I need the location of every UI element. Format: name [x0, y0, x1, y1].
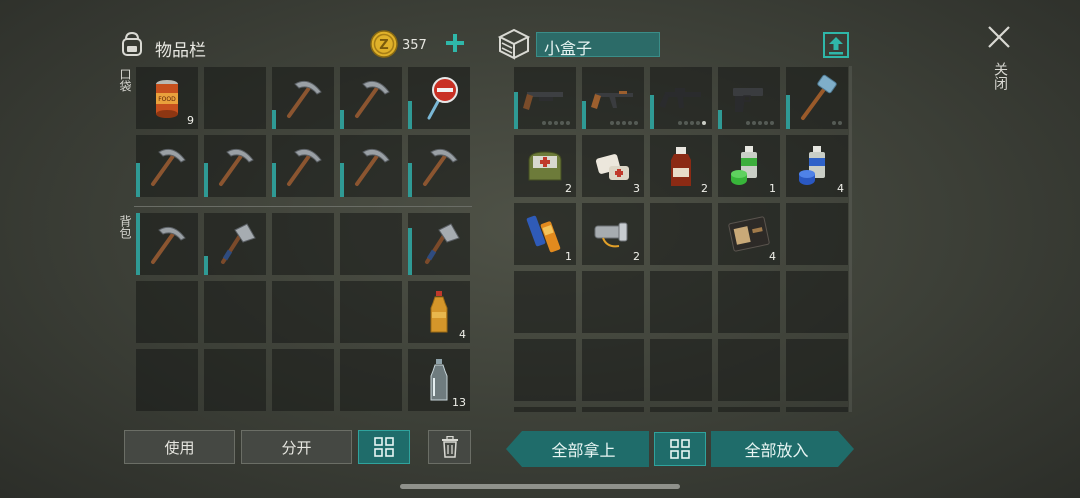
container-scrollbar[interactable] [849, 66, 852, 412]
home-indicator[interactable] [400, 484, 680, 489]
grid-sort-icon [670, 439, 690, 459]
container-slot-empty[interactable] [718, 407, 780, 412]
use-button-label: 使用 [164, 438, 195, 457]
container-slot-empty[interactable] [514, 339, 576, 401]
item-count: 2 [633, 250, 640, 263]
container-slot-empty[interactable] [582, 271, 644, 333]
container-slot-empty[interactable] [718, 339, 780, 401]
container-slot-empty[interactable] [650, 339, 712, 401]
durability-bar [650, 95, 654, 129]
container-slot-empty[interactable] [650, 407, 712, 412]
container-slot[interactable]: 1 [514, 203, 576, 265]
item-count: 4 [769, 250, 776, 263]
wallet-icon [728, 216, 770, 252]
first-aid-pouch-icon [528, 151, 562, 181]
container-slot-empty[interactable] [786, 271, 848, 333]
container-slot-empty[interactable] [582, 339, 644, 401]
take-all-button[interactable]: 全部拿上 [506, 431, 649, 467]
durability-bar [786, 95, 790, 129]
container-slot[interactable]: 3 [582, 135, 644, 197]
put-all-button[interactable]: 全部放入 [711, 431, 854, 467]
take-all-label: 全部拿上 [551, 441, 616, 460]
item-count: 3 [633, 182, 640, 195]
container-slot[interactable]: 2 [582, 203, 644, 265]
flashlight-icon [594, 222, 628, 248]
pistol-icon [733, 88, 763, 112]
durability-bar [718, 110, 722, 129]
trash-icon [441, 436, 458, 458]
container-slot[interactable] [650, 67, 712, 129]
item-count: 2 [565, 182, 572, 195]
container-slot[interactable]: 1 [718, 135, 780, 197]
container-slot-empty[interactable] [582, 407, 644, 412]
put-all-label: 全部放入 [744, 441, 809, 460]
container-slot[interactable]: 2 [650, 135, 712, 197]
ammo-indicator [542, 121, 570, 125]
ammo-indicator [832, 121, 842, 125]
container-slot[interactable] [718, 67, 780, 129]
container-grid: 2 3 2 1 4 1 2 4 [0, 0, 1080, 412]
container-slot[interactable] [786, 67, 848, 129]
ak-rifle-icon [591, 91, 633, 109]
shotgun-icon [523, 92, 563, 110]
ammo-indicator [678, 121, 706, 125]
container-slot[interactable] [582, 67, 644, 129]
m16-rifle-icon [659, 88, 701, 108]
container-slot-empty[interactable] [514, 271, 576, 333]
bandage-icon [595, 154, 629, 180]
container-slot-empty[interactable] [650, 271, 712, 333]
spray-paint-blue-icon [799, 146, 825, 185]
container-slot[interactable]: 4 [718, 203, 780, 265]
item-count: 1 [565, 250, 572, 263]
batteries-icon [526, 215, 561, 253]
container-slot-empty[interactable] [718, 271, 780, 333]
item-count: 2 [701, 182, 708, 195]
sort-inventory-button[interactable] [358, 430, 410, 464]
container-slot-empty[interactable] [514, 407, 576, 412]
container-slot-empty[interactable] [786, 407, 848, 412]
sort-container-button[interactable] [654, 432, 706, 466]
container-slot[interactable] [514, 67, 576, 129]
container-slot[interactable]: 4 [786, 135, 848, 197]
split-button-label: 分开 [281, 438, 312, 457]
ammo-indicator [746, 121, 774, 125]
ammo-indicator [610, 121, 638, 125]
close-button[interactable]: 关闭 [982, 22, 1016, 112]
split-button[interactable]: 分开 [241, 430, 352, 464]
container-slot-empty[interactable] [786, 339, 848, 401]
grid-sort-icon [374, 437, 394, 457]
spray-paint-green-icon [731, 146, 757, 185]
trash-button[interactable] [428, 430, 471, 464]
close-icon [988, 26, 1010, 48]
sledgehammer-icon [801, 74, 837, 120]
container-slot[interactable]: 2 [514, 135, 576, 197]
close-label: 关闭 [992, 62, 1008, 90]
item-count: 4 [837, 182, 844, 195]
container-slot-empty[interactable] [650, 203, 712, 265]
durability-bar [582, 101, 586, 129]
medicine-bottle-icon [671, 147, 691, 186]
use-button[interactable]: 使用 [124, 430, 235, 464]
item-count: 1 [769, 182, 776, 195]
container-slot-empty[interactable] [786, 203, 848, 265]
durability-bar [514, 92, 518, 129]
